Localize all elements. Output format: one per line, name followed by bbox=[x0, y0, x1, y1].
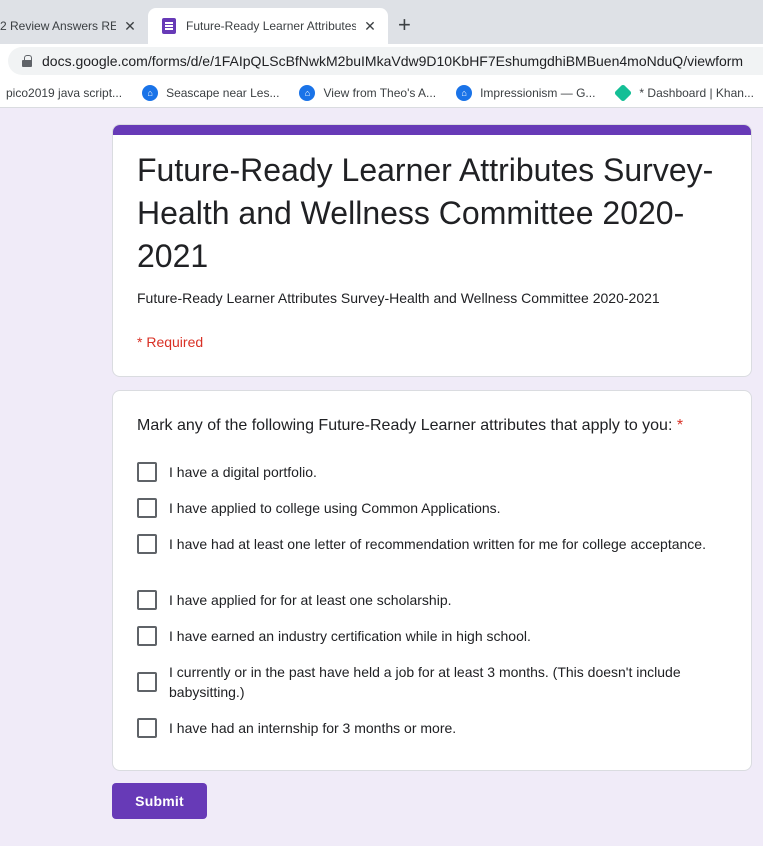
question-card: Mark any of the following Future-Ready L… bbox=[112, 390, 752, 771]
khan-academy-icon bbox=[614, 83, 633, 102]
bookmark-label: Impressionism — G... bbox=[480, 85, 596, 100]
checkbox[interactable] bbox=[137, 672, 157, 692]
bookmark-label: Seascape near Les... bbox=[166, 85, 280, 100]
url-text: docs.google.com/forms/d/e/1FAIpQLScBfNwk… bbox=[42, 53, 744, 69]
lock-icon[interactable] bbox=[22, 55, 32, 67]
checkbox[interactable] bbox=[137, 498, 157, 518]
required-note: * Required bbox=[137, 334, 204, 350]
checkbox-option-digital-portfolio[interactable]: I have a digital portfolio. bbox=[137, 462, 717, 482]
checkbox-option-recommendation-letter[interactable]: I have had at least one letter of recomm… bbox=[137, 534, 717, 554]
bookmark-label: * Dashboard | Khan... bbox=[639, 85, 754, 100]
option-label: I have applied to college using Common A… bbox=[169, 500, 501, 516]
option-label: I have had an internship for 3 months or… bbox=[169, 720, 457, 736]
checkbox[interactable] bbox=[137, 590, 157, 610]
accent-bar bbox=[113, 125, 751, 135]
question-text: Mark any of the following Future-Ready L… bbox=[137, 417, 683, 435]
museum-icon: ⌂ bbox=[299, 84, 316, 101]
address-bar: docs.google.com/forms/d/e/1FAIpQLScBfNwk… bbox=[0, 44, 763, 78]
checkbox-option-industry-certification[interactable]: I have earned an industry certification … bbox=[137, 626, 717, 646]
tab-title: 2 Review Answers REV bbox=[0, 19, 116, 33]
url-field[interactable]: docs.google.com/forms/d/e/1FAIpQLScBfNwk… bbox=[8, 47, 763, 75]
option-label: I have had at least one letter of recomm… bbox=[169, 536, 706, 552]
bookmark-seascape[interactable]: ⌂ Seascape near Les... bbox=[142, 84, 280, 101]
checkbox-option-common-application[interactable]: I have applied to college using Common A… bbox=[137, 498, 717, 518]
bookmark-label: pico2019 java script... bbox=[6, 85, 123, 100]
option-label: I have earned an industry certification … bbox=[169, 628, 531, 644]
checkbox-option-scholarship[interactable]: I have applied for for at least one scho… bbox=[137, 590, 717, 610]
tab-review-answers[interactable]: 2 Review Answers REV ✕ bbox=[0, 8, 148, 44]
checkbox-option-job[interactable]: I currently or in the past have held a j… bbox=[137, 662, 717, 702]
bookmark-khan-dashboard[interactable]: * Dashboard | Khan... bbox=[614, 83, 754, 102]
bookmark-impressionism[interactable]: ⌂ Impressionism — G... bbox=[456, 84, 596, 101]
option-label: I have a digital portfolio. bbox=[169, 464, 317, 480]
form-title: Future-Ready Learner Attributes Survey-H… bbox=[137, 152, 714, 274]
bookmark-pico2019[interactable]: pico2019 java script... bbox=[6, 86, 122, 100]
required-asterisk: * bbox=[676, 417, 684, 434]
tab-future-ready-form[interactable]: Future-Ready Learner Attributes S ✕ bbox=[148, 8, 388, 44]
checkbox[interactable] bbox=[137, 626, 157, 646]
google-forms-icon bbox=[162, 18, 176, 34]
checkbox-option-internship[interactable]: I have had an internship for 3 months or… bbox=[137, 718, 717, 738]
close-icon[interactable]: ✕ bbox=[362, 18, 378, 34]
tab-strip: 2 Review Answers REV ✕ Future-Ready Lear… bbox=[0, 0, 763, 44]
checkbox[interactable] bbox=[137, 534, 157, 554]
checkbox[interactable] bbox=[137, 462, 157, 482]
option-label: I have applied for for at least one scho… bbox=[169, 592, 452, 608]
bookmark-label: View from Theo's A... bbox=[323, 85, 437, 100]
museum-icon: ⌂ bbox=[142, 84, 159, 101]
checkbox[interactable] bbox=[137, 718, 157, 738]
question-label: Mark any of the following Future-Ready L… bbox=[137, 417, 673, 434]
submit-button[interactable]: Submit bbox=[112, 783, 207, 819]
option-label: I currently or in the past have held a j… bbox=[169, 664, 681, 700]
form-header-card: Future-Ready Learner Attributes Survey-H… bbox=[112, 124, 752, 377]
museum-icon: ⌂ bbox=[456, 84, 473, 101]
tab-title: Future-Ready Learner Attributes S bbox=[186, 19, 356, 33]
form-description: Future-Ready Learner Attributes Survey-H… bbox=[137, 290, 660, 306]
bookmarks-bar: pico2019 java script... ⌂ Seascape near … bbox=[0, 78, 763, 108]
new-tab-plus-icon[interactable]: + bbox=[398, 14, 411, 36]
close-icon[interactable]: ✕ bbox=[122, 18, 138, 34]
bookmark-view-from-theo[interactable]: ⌂ View from Theo's A... bbox=[299, 84, 437, 101]
